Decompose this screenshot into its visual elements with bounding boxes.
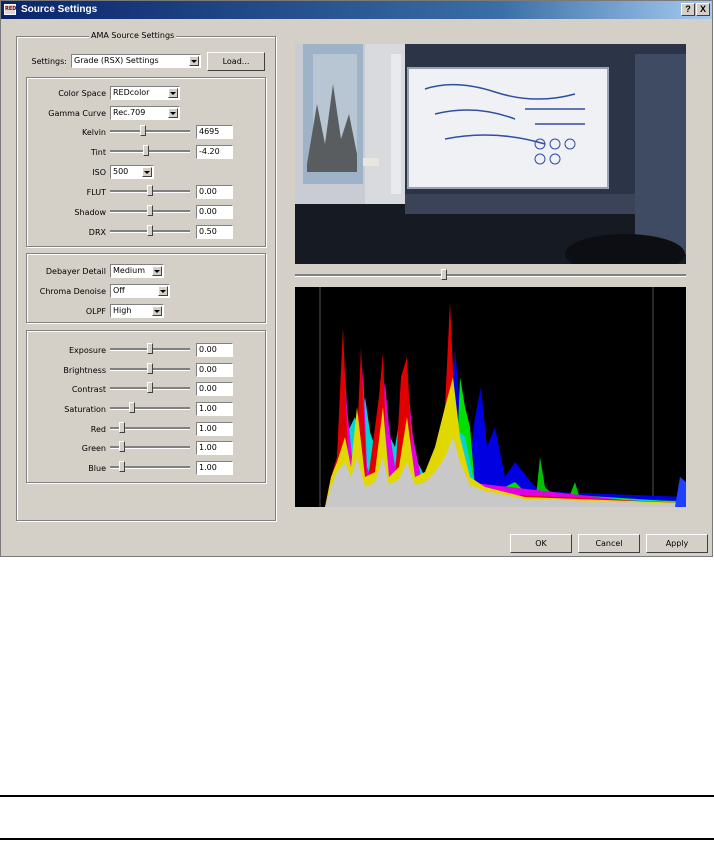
- contrast-label: Contrast: [71, 385, 106, 394]
- color-space-label: Color Space: [58, 89, 106, 98]
- brightness-field[interactable]: 0.00: [196, 363, 233, 377]
- source-settings-dialog: RED Source Settings ? X AMA Source Setti…: [0, 0, 713, 557]
- saturation-label: Saturation: [64, 405, 106, 414]
- debayer-detail-label: Debayer Detail: [45, 267, 106, 276]
- apply-button[interactable]: Apply: [646, 534, 708, 553]
- preview-timeline-slider[interactable]: [295, 269, 686, 281]
- ok-button[interactable]: OK: [510, 534, 572, 553]
- preview-image: [295, 44, 686, 264]
- tint-label: Tint: [90, 148, 106, 157]
- slider-thumb[interactable]: [147, 382, 153, 393]
- blue-slider[interactable]: [110, 461, 190, 473]
- color-space-value: REDcolor: [113, 88, 150, 97]
- gamma-curve-dropdown[interactable]: Rec.709: [110, 106, 180, 120]
- slider-thumb[interactable]: [119, 461, 125, 472]
- iso-dropdown[interactable]: 500: [110, 165, 154, 179]
- saturation-slider[interactable]: [110, 402, 190, 414]
- slider-thumb[interactable]: [441, 269, 447, 280]
- tint-slider[interactable]: [110, 145, 190, 157]
- debayer-detail-dropdown[interactable]: Medium: [110, 264, 164, 278]
- exposure-label: Exposure: [68, 346, 106, 355]
- cancel-button[interactable]: Cancel: [578, 534, 640, 553]
- iso-value: 500: [113, 167, 129, 176]
- slider-thumb[interactable]: [147, 343, 153, 354]
- contrast-field[interactable]: 0.00: [196, 382, 233, 396]
- saturation-field[interactable]: 1.00: [196, 402, 233, 416]
- window-title: Source Settings: [21, 4, 98, 15]
- green-label: Green: [81, 444, 106, 453]
- shadow-label: Shadow: [74, 208, 106, 217]
- chevron-down-icon[interactable]: [158, 286, 168, 296]
- blue-field[interactable]: 1.00: [196, 461, 233, 475]
- histogram-plot: [319, 287, 686, 507]
- kelvin-field[interactable]: 4695: [196, 125, 233, 139]
- flut-label: FLUT: [86, 188, 106, 197]
- olpf-value: High: [113, 306, 132, 315]
- video-preview: [295, 44, 686, 264]
- exposure-field[interactable]: 0.00: [196, 343, 233, 357]
- app-icon: RED: [4, 4, 16, 15]
- chevron-down-icon[interactable]: [142, 167, 152, 177]
- slider-thumb[interactable]: [140, 125, 146, 136]
- iso-label: ISO: [92, 168, 106, 177]
- gamma-curve-label: Gamma Curve: [48, 109, 106, 118]
- group-legend: AMA Source Settings: [89, 31, 177, 40]
- chevron-down-icon[interactable]: [189, 56, 199, 66]
- chroma-denoise-label: Chroma Denoise: [39, 287, 106, 296]
- title-bar[interactable]: RED Source Settings ? X: [1, 1, 712, 19]
- chevron-down-icon[interactable]: [152, 306, 162, 316]
- chroma-denoise-dropdown[interactable]: Off: [110, 284, 170, 298]
- kelvin-slider[interactable]: [110, 125, 190, 137]
- exposure-slider[interactable]: [110, 343, 190, 355]
- slider-thumb[interactable]: [147, 225, 153, 236]
- histogram: [295, 287, 686, 507]
- slider-thumb[interactable]: [119, 441, 125, 452]
- color-space-dropdown[interactable]: REDcolor: [110, 86, 180, 100]
- slider-thumb[interactable]: [143, 145, 149, 156]
- brightness-slider[interactable]: [110, 363, 190, 375]
- settings-value: Grade (RSX) Settings: [74, 56, 159, 65]
- page-rule-bottom: [0, 838, 714, 840]
- help-button[interactable]: ?: [681, 3, 695, 16]
- flut-field[interactable]: 0.00: [196, 185, 233, 199]
- tint-field[interactable]: -4.20: [196, 145, 233, 159]
- load-button[interactable]: Load...: [207, 52, 265, 71]
- kelvin-label: Kelvin: [81, 128, 106, 137]
- chevron-down-icon[interactable]: [168, 108, 178, 118]
- chevron-down-icon[interactable]: [168, 88, 178, 98]
- debayer-detail-value: Medium: [113, 266, 145, 275]
- shadow-slider[interactable]: [110, 205, 190, 217]
- chroma-denoise-value: Off: [113, 286, 125, 295]
- green-field[interactable]: 1.00: [196, 441, 233, 455]
- drx-slider[interactable]: [110, 225, 190, 237]
- settings-label: Settings:: [31, 57, 67, 66]
- slider-thumb[interactable]: [147, 205, 153, 216]
- red-label: Red: [90, 425, 106, 434]
- slider-thumb[interactable]: [119, 422, 125, 433]
- red-slider[interactable]: [110, 422, 190, 434]
- blue-label: Blue: [88, 464, 106, 473]
- gamma-curve-value: Rec.709: [113, 108, 146, 117]
- shadow-field[interactable]: 0.00: [196, 205, 233, 219]
- brightness-label: Brightness: [63, 366, 106, 375]
- color-settings-group: [26, 77, 266, 247]
- olpf-label: OLPF: [85, 307, 106, 316]
- olpf-dropdown[interactable]: High: [110, 304, 164, 318]
- green-slider[interactable]: [110, 441, 190, 453]
- red-field[interactable]: 1.00: [196, 422, 233, 436]
- chevron-down-icon[interactable]: [152, 266, 162, 276]
- contrast-slider[interactable]: [110, 382, 190, 394]
- slider-thumb[interactable]: [147, 363, 153, 374]
- page-rule-top: [0, 795, 714, 797]
- close-button[interactable]: X: [696, 3, 710, 16]
- slider-thumb[interactable]: [129, 402, 135, 413]
- flut-slider[interactable]: [110, 185, 190, 197]
- drx-field[interactable]: 0.50: [196, 225, 233, 239]
- slider-thumb[interactable]: [147, 185, 153, 196]
- drx-label: DRX: [88, 228, 106, 237]
- settings-dropdown[interactable]: Grade (RSX) Settings: [71, 54, 201, 68]
